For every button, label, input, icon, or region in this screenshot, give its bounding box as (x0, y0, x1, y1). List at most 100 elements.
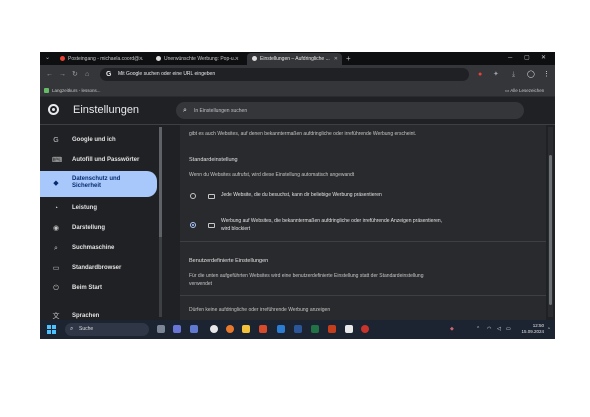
taskbar-clock[interactable]: 12:50 15.09.2024 (518, 323, 544, 335)
wifi-icon[interactable]: ◠ (487, 320, 491, 339)
page-icon (156, 56, 161, 62)
home-icon[interactable]: ⌂ (85, 70, 89, 80)
sidebar-item-appearance[interactable]: ◉ Darstellung (40, 219, 158, 239)
windows-taskbar: ⌕ Suche ◆ ⌃ ◠ ◁ ▭ 12:50 15.09.2024 ◔ (40, 320, 555, 339)
minimize-icon[interactable]: ─ (508, 52, 512, 65)
windows-start-icon[interactable] (47, 325, 56, 334)
default-setting-heading: Standardeinstellung (189, 157, 238, 163)
taskbar-search[interactable]: ⌕ Suche (65, 323, 149, 336)
app-icon[interactable] (259, 325, 267, 333)
chrome-logo-icon (48, 104, 59, 115)
settings-gear-icon (252, 56, 257, 62)
file-explorer-icon[interactable] (242, 325, 250, 333)
menu-dots-icon[interactable]: ⋮ (543, 70, 550, 80)
notification-bell-icon[interactable]: ◔ (547, 320, 550, 339)
chrome-icon[interactable] (210, 325, 218, 333)
outlook-icon[interactable] (277, 325, 285, 333)
powerpoint-icon[interactable] (328, 325, 336, 333)
sidebar-item-label: Standardbrowser (72, 265, 122, 271)
sidebar-item-autofill[interactable]: ⌨ Autofill und Passwörter (40, 151, 158, 171)
divider (180, 295, 546, 296)
address-bar[interactable]: G Mit Google suchen oder eine URL eingeb… (100, 68, 469, 81)
gmail-icon (60, 56, 65, 62)
all-bookmarks-label: Alle Lesezeichen (510, 88, 545, 93)
tab-article[interactable]: Unerwünschte Werbung: Pop-u... ✕ (151, 53, 243, 65)
clock-date: 15.09.2024 (521, 329, 544, 334)
teams-icon[interactable] (173, 325, 181, 333)
browser-toolbar: ← → ↻ ⌂ G Mit Google suchen oder eine UR… (40, 65, 555, 85)
divider (180, 241, 546, 242)
default-setting-description: Wenn du Websites aufrufst, wird diese Ei… (189, 172, 355, 178)
download-icon[interactable]: ⤓ (512, 70, 515, 80)
extensions-puzzle-icon[interactable]: ✦ (493, 70, 499, 80)
radio-block-intrusive[interactable] (190, 222, 196, 228)
notification-badge-icon[interactable]: ◆ (450, 320, 454, 339)
extension-icon[interactable]: ● (478, 70, 482, 80)
settings-gear-icon[interactable] (190, 325, 198, 333)
block-list-heading: Dürfen keine aufdringliche oder irreführ… (189, 307, 331, 313)
bookmark-item[interactable]: Langzeitkurs - lessons... (44, 85, 101, 96)
sidebar-item-privacy[interactable]: ◆ Datenschutz und Sicherheit (40, 171, 157, 197)
browser-window-icon (208, 194, 215, 199)
reload-icon[interactable]: ↻ (72, 70, 78, 80)
all-bookmarks-button[interactable]: ▭ Alle Lesezeichen (505, 85, 544, 96)
back-icon[interactable]: ← (46, 70, 53, 80)
settings-search-input[interactable] (194, 102, 494, 119)
word-icon[interactable] (294, 325, 302, 333)
google-icon: G (53, 137, 59, 144)
sidebar-item-google[interactable]: G Google und ich (40, 131, 158, 151)
shield-icon: ◆ (53, 180, 59, 187)
address-bar-text: Mit Google suchen oder eine URL eingeben (118, 71, 216, 77)
search-icon: ⌕ (183, 107, 187, 114)
sidebar-item-on-startup[interactable]: ⏻ Beim Start (40, 279, 158, 299)
tab-settings[interactable]: Einstellungen – Aufdringliche ... ✕ (247, 53, 342, 65)
settings-search[interactable]: ⌕ (176, 102, 524, 119)
speaker-icon[interactable]: ◁ (497, 320, 501, 339)
screen: ⌄ Posteingang - michaela.coord@... ✕ Une… (40, 52, 555, 339)
close-tab-icon[interactable]: ✕ (235, 53, 239, 65)
settings-content: gibt es auch Websites, auf denen bekannt… (180, 125, 546, 320)
radio-allow-all[interactable] (190, 193, 196, 199)
sidebar-item-search-engine[interactable]: ⌕ Suchmaschine (40, 239, 158, 259)
bookmark-label: Langzeitkurs - lessons... (52, 88, 101, 93)
sidebar-item-label-line2: Sicherheit (72, 183, 102, 189)
tray-expand-icon[interactable]: ⌃ (476, 320, 480, 339)
app-icon[interactable] (345, 325, 353, 333)
sidebar-item-label: Google und ich (72, 137, 116, 143)
blocked-ads-icon (208, 223, 215, 228)
firefox-icon[interactable] (226, 325, 234, 333)
tab-search-icon[interactable]: ⌄ (43, 54, 52, 63)
browser-window-icon: ▭ (52, 265, 60, 272)
close-tab-icon[interactable]: ✕ (334, 53, 338, 65)
google-icon: G (106, 71, 112, 78)
settings-sidebar: G Google und ich ⌨ Autofill und Passwört… (40, 125, 158, 320)
option-block-label-line2: wird blockiert (221, 226, 251, 232)
profile-avatar-icon[interactable]: ◯ (527, 70, 535, 80)
intro-text: gibt es auch Websites, auf denen bekannt… (189, 131, 417, 137)
settings-header: Einstellungen ⌕ (40, 97, 555, 125)
new-tab-button[interactable]: + (346, 53, 351, 65)
sidebar-item-label: Sprachen (72, 313, 100, 319)
sidebar-item-label: Darstellung (72, 225, 106, 231)
tab-title: Einstellungen – Aufdringliche ... (260, 56, 330, 62)
sidebar-item-performance[interactable]: ◔ Leistung (40, 199, 158, 219)
content-scrollbar[interactable] (548, 127, 553, 317)
tab-gmail[interactable]: Posteingang - michaela.coord@... ✕ (55, 53, 147, 65)
task-view-icon[interactable] (157, 325, 165, 333)
forward-icon[interactable]: → (59, 70, 66, 80)
app-icon[interactable] (361, 325, 369, 333)
search-icon: ⌕ (70, 326, 74, 332)
palette-icon: ◉ (52, 225, 60, 232)
close-window-icon[interactable]: ✕ (541, 52, 546, 65)
sidebar-item-label: Leistung (72, 205, 97, 211)
close-tab-icon[interactable]: ✕ (139, 53, 143, 65)
maximize-icon[interactable]: ▢ (524, 52, 530, 65)
sidebar-scrollbar[interactable] (159, 127, 162, 317)
taskbar-search-label: Suche (79, 326, 94, 332)
tab-strip: ⌄ Posteingang - michaela.coord@... ✕ Une… (40, 52, 555, 65)
battery-icon[interactable]: ▭ (506, 320, 511, 339)
search-icon: ⌕ (54, 245, 58, 252)
sidebar-item-default-browser[interactable]: ▭ Standardbrowser (40, 259, 158, 279)
bookmarks-bar: Langzeitkurs - lessons... ▭ Alle Lesezei… (40, 85, 555, 97)
excel-icon[interactable] (311, 325, 319, 333)
